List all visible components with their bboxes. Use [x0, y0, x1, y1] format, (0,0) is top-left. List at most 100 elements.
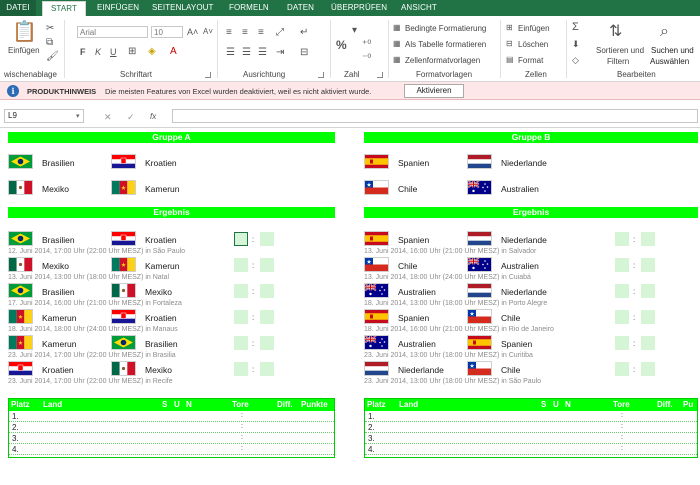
delete-cells-icon[interactable]: ⊟: [506, 39, 513, 49]
fill-color-icon[interactable]: ◈: [148, 47, 156, 57]
name-box-dropdown-icon[interactable]: ▾: [76, 112, 80, 122]
activate-button[interactable]: Aktivieren: [404, 84, 464, 98]
find-select-icon[interactable]: ⌕: [660, 24, 669, 40]
fill-icon[interactable]: ⬇: [572, 39, 580, 49]
orientation-icon[interactable]: ⤢: [276, 28, 284, 38]
home-score-cell[interactable]: [615, 336, 629, 350]
align-right-icon[interactable]: ☰: [258, 48, 267, 58]
insert-cells-icon[interactable]: ⊞: [506, 23, 513, 33]
home-score-cell[interactable]: [234, 336, 248, 350]
align-bottom-icon[interactable]: ≡: [258, 28, 264, 38]
home-score-cell[interactable]: [234, 258, 248, 272]
find-select-label-1[interactable]: Suchen und: [651, 46, 694, 55]
increase-decimal-icon[interactable]: ⁺⁰: [362, 40, 371, 50]
home-score-cell[interactable]: [234, 310, 248, 324]
paste-icon[interactable]: 📋: [12, 22, 37, 42]
sort-filter-icon[interactable]: ⇅: [609, 24, 622, 40]
tab-view[interactable]: ANSICHT: [401, 3, 437, 12]
clear-icon[interactable]: ◇: [572, 55, 579, 65]
cond-format-button[interactable]: Bedingte Formatierung: [405, 24, 486, 33]
align-center-icon[interactable]: ☰: [242, 48, 251, 58]
number-format-icon[interactable]: ▾: [352, 26, 357, 36]
format-cells-button[interactable]: Format: [518, 56, 543, 65]
insert-function-icon[interactable]: fx: [150, 112, 156, 122]
merge-center-icon[interactable]: ⊟: [300, 48, 308, 58]
tab-file[interactable]: DATEI: [0, 0, 36, 16]
format-cells-icon[interactable]: ▤: [506, 55, 514, 65]
home-score-cell[interactable]: [615, 362, 629, 376]
copy-icon[interactable]: ⧉: [46, 38, 53, 48]
home-score-cell[interactable]: [234, 232, 248, 246]
format-painter-icon[interactable]: 🖌: [46, 52, 59, 62]
home-score-cell[interactable]: [615, 310, 629, 324]
away-score-cell[interactable]: [260, 232, 274, 246]
grow-font-icon[interactable]: A˄: [187, 27, 198, 37]
cut-icon[interactable]: ✂: [46, 24, 54, 34]
cond-format-icon[interactable]: ▦: [393, 23, 401, 33]
font-size-combo[interactable]: 10: [151, 26, 183, 38]
italic-button[interactable]: K: [95, 47, 101, 57]
paste-button[interactable]: Einfügen: [8, 46, 40, 55]
indent-icon[interactable]: ⇥: [276, 48, 284, 58]
home-score-cell[interactable]: [615, 258, 629, 272]
away-score-cell[interactable]: [641, 258, 655, 272]
font-name-combo[interactable]: Arial: [77, 26, 148, 38]
confirm-entry-icon[interactable]: ✓: [127, 112, 135, 122]
group-b-team[interactable]: Chile: [398, 184, 417, 194]
group-b-team[interactable]: Niederlande: [501, 158, 547, 168]
percent-format-button[interactable]: %: [336, 38, 347, 52]
tab-review[interactable]: ÜBERPRÜFEN: [331, 3, 387, 12]
insert-cells-button[interactable]: Einfügen: [518, 24, 550, 33]
home-score-cell[interactable]: [234, 284, 248, 298]
away-score-cell[interactable]: [641, 362, 655, 376]
away-score-cell[interactable]: [260, 284, 274, 298]
alignment-dialog-launcher-icon[interactable]: [318, 72, 324, 78]
group-b-team[interactable]: Australien: [501, 184, 539, 194]
tab-start[interactable]: START: [42, 1, 86, 16]
tab-formulas[interactable]: FORMELN: [229, 3, 269, 12]
tab-page-layout[interactable]: SEITENLAYOUT: [152, 3, 214, 12]
number-dialog-launcher-icon[interactable]: [377, 72, 383, 78]
away-score-cell[interactable]: [641, 310, 655, 324]
sort-filter-label-2[interactable]: Filtern: [607, 57, 629, 66]
find-select-label-2[interactable]: Auswählen: [650, 57, 689, 66]
border-icon[interactable]: ⊞: [128, 47, 136, 57]
font-color-icon[interactable]: A: [170, 47, 177, 57]
home-score-cell[interactable]: [615, 284, 629, 298]
format-as-table-icon[interactable]: ▦: [393, 39, 401, 49]
font-dialog-launcher-icon[interactable]: [205, 72, 211, 78]
group-a-team[interactable]: Kamerun: [145, 184, 180, 194]
cell-styles-button[interactable]: Zellenformatvorlagen: [405, 56, 480, 65]
away-score-cell[interactable]: [641, 336, 655, 350]
home-score-cell[interactable]: [615, 232, 629, 246]
away-score-cell[interactable]: [260, 310, 274, 324]
delete-cells-button[interactable]: Löschen: [518, 40, 548, 49]
away-score-cell[interactable]: [260, 258, 274, 272]
formula-input[interactable]: [172, 109, 698, 123]
group-a-team[interactable]: Brasilien: [42, 158, 75, 168]
group-a-team[interactable]: Kroatien: [145, 158, 177, 168]
cell-styles-icon[interactable]: ▦: [393, 55, 401, 65]
shrink-font-icon[interactable]: A˅: [203, 27, 213, 37]
align-top-icon[interactable]: ≡: [226, 28, 232, 38]
tab-data[interactable]: DATEN: [287, 3, 314, 12]
away-score-cell[interactable]: [641, 232, 655, 246]
underline-button[interactable]: U: [110, 47, 117, 57]
autosum-icon[interactable]: Σ: [572, 22, 579, 33]
sort-filter-label-1[interactable]: Sortieren und: [596, 46, 644, 55]
align-middle-icon[interactable]: ≡: [242, 28, 248, 38]
away-score-cell[interactable]: [260, 362, 274, 376]
align-left-icon[interactable]: ☰: [226, 48, 235, 58]
bold-button[interactable]: F: [80, 47, 86, 57]
cancel-entry-icon[interactable]: ✕: [104, 112, 112, 122]
group-a-team[interactable]: Mexiko: [42, 184, 69, 194]
tab-insert[interactable]: EINFÜGEN: [97, 3, 139, 12]
format-as-table-button[interactable]: Als Tabelle formatieren: [405, 40, 486, 49]
wrap-text-icon[interactable]: ↵: [300, 28, 308, 38]
name-box[interactable]: L9: [4, 109, 84, 123]
group-b-team[interactable]: Spanien: [398, 158, 429, 168]
home-score-cell[interactable]: [234, 362, 248, 376]
away-score-cell[interactable]: [260, 336, 274, 350]
decrease-decimal-icon[interactable]: ⁻⁰: [362, 54, 371, 64]
away-score-cell[interactable]: [641, 284, 655, 298]
